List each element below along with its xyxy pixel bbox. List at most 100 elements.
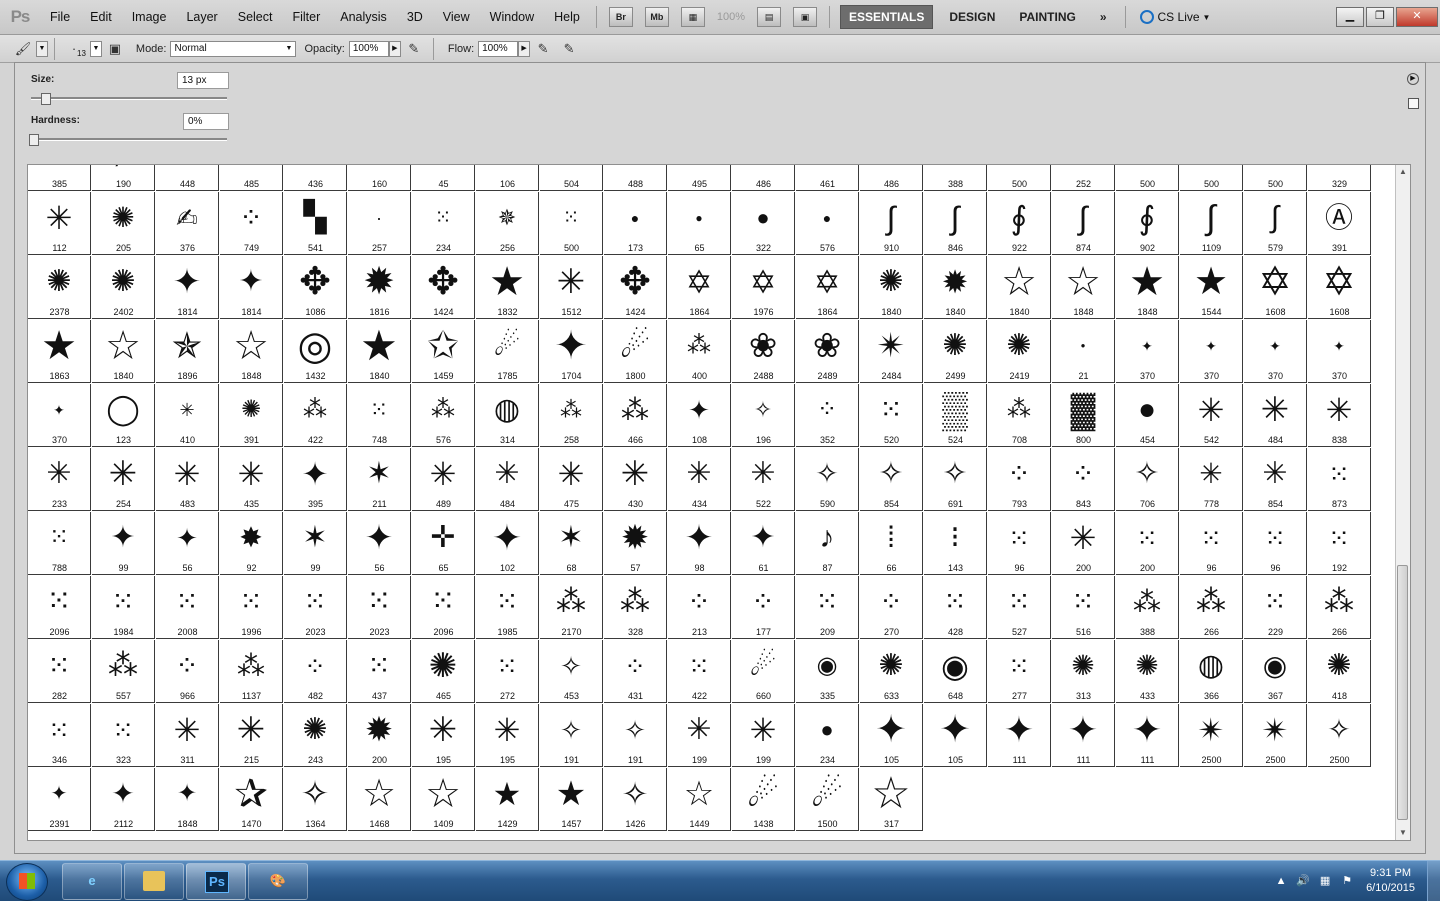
picker-menu-icon[interactable]: ▶	[1407, 73, 1419, 85]
brush-preset[interactable]: ⁂ 557	[92, 640, 155, 703]
brush-preset[interactable]: ✺ 418	[1308, 640, 1371, 703]
brush-preset[interactable]: ✧ 191	[604, 704, 667, 767]
brush-preset[interactable]: · 257	[348, 192, 411, 255]
brush-preset[interactable]: ✺ 391	[220, 384, 283, 447]
brush-preset[interactable]: ✦ 1814	[156, 256, 219, 319]
size-slider-track[interactable]	[31, 97, 227, 100]
brush-preset[interactable]: ✺ 2419	[988, 320, 1051, 383]
brush-preset[interactable]: ◯ 123	[92, 384, 155, 447]
brush-preset[interactable]: ✧ 590	[796, 448, 859, 511]
brush-preset[interactable]: ✴ 2500	[1244, 704, 1307, 767]
volume-icon[interactable]: 🔊	[1296, 874, 1310, 888]
brush-preset[interactable]: ⁙ 527	[988, 576, 1051, 639]
brush-preset[interactable]: ✳ 233	[28, 448, 91, 511]
brush-preset[interactable]: ✧ 1364	[284, 768, 347, 831]
brush-preset[interactable]: ✥ 1086	[284, 256, 347, 319]
brush-preset[interactable]: ✳ 112	[28, 192, 91, 255]
brush-preset[interactable]: ✺ 2378	[28, 256, 91, 319]
brush-preset[interactable]: ✹ 57	[604, 512, 667, 575]
brush-preset[interactable]: ⁂ 328	[604, 576, 667, 639]
brush-preset[interactable]: ☆ 1468	[348, 768, 411, 831]
brush-preset[interactable]: ∫ 1109	[1180, 192, 1243, 255]
brush-preset[interactable]: ☆ 1840	[92, 320, 155, 383]
brush-preset[interactable]: ✧ 1426	[604, 768, 667, 831]
brush-preset[interactable]: ☆ 317	[860, 768, 923, 831]
brush-preset[interactable]: ✴ 2500	[1180, 704, 1243, 767]
brush-preset[interactable]: ☄ 660	[732, 640, 795, 703]
brush-preset[interactable]: ⁙ 234	[412, 192, 475, 255]
hardness-slider-thumb[interactable]	[29, 134, 39, 146]
brush-preset[interactable]: ✦ 370	[1308, 320, 1371, 383]
brush-preset[interactable]: ◎ 1432	[284, 320, 347, 383]
brush-preset[interactable]: ⁝ 143	[924, 512, 987, 575]
menu-filter[interactable]: Filter	[282, 10, 330, 24]
scroll-up-icon[interactable]: ▲	[1396, 165, 1410, 179]
menu-3d[interactable]: 3D	[397, 10, 433, 24]
brush-preset[interactable]: ∮ 902	[1116, 192, 1179, 255]
brush-preset[interactable]: ⁙ 346	[28, 704, 91, 767]
show-desktop-button[interactable]	[1427, 861, 1440, 901]
brush-preset[interactable]: ⁘ 482	[284, 640, 347, 703]
brush-preset[interactable]: ✳ 199	[668, 704, 731, 767]
size-input[interactable]: 13 px	[177, 72, 229, 89]
brush-preset[interactable]: ⁂ 708	[988, 384, 1051, 447]
brush-preset[interactable]: ⁙ 209	[796, 576, 859, 639]
brush-preset[interactable]: ⁙ 277	[988, 640, 1051, 703]
brush-preset[interactable]: ╱ 190	[92, 165, 155, 191]
brush-preset[interactable]: ✦ 370	[28, 384, 91, 447]
brush-tool-icon[interactable]: 🖌	[14, 40, 32, 58]
taskbar-file-explorer[interactable]	[124, 863, 184, 900]
brush-preset[interactable]: ☄ 1785	[476, 320, 539, 383]
brush-preset[interactable]: ✦ 102	[476, 512, 539, 575]
brush-preset[interactable]: ● 234	[796, 704, 859, 767]
brush-preset[interactable]: ❀ 2489	[796, 320, 859, 383]
brush-preset[interactable]: ✹ 1816	[348, 256, 411, 319]
brush-preset[interactable]: ◍ 314	[476, 384, 539, 447]
brush-preset[interactable]: ✦ 1704	[540, 320, 603, 383]
brush-preset[interactable]: ☆ 1848	[1052, 256, 1115, 319]
brush-preset[interactable]: ✳ 778	[1180, 448, 1243, 511]
brush-preset[interactable]: ⁘ 966	[156, 640, 219, 703]
brush-preset[interactable]: ✴ 2484	[860, 320, 923, 383]
brush-preset[interactable]: ✳ 838	[1308, 384, 1371, 447]
start-button[interactable]	[6, 863, 48, 901]
brush-preset[interactable]: ⁙ 229	[1244, 576, 1307, 639]
hardness-slider-track[interactable]	[31, 138, 227, 141]
brush-preset[interactable]: ▒ 524	[924, 384, 987, 447]
brush-preset[interactable]: ☄ 1500	[796, 768, 859, 831]
brush-preset[interactable]: ⁙ 1985	[476, 576, 539, 639]
arrange-documents-icon[interactable]: ▤	[757, 7, 781, 27]
brush-preset[interactable]: ✧ 453	[540, 640, 603, 703]
brush-preset[interactable]: ✶ 211	[348, 448, 411, 511]
brush-preset[interactable]: ❀ 2488	[732, 320, 795, 383]
menu-analysis[interactable]: Analysis	[330, 10, 397, 24]
brush-preset[interactable]: ⁙ 1996	[220, 576, 283, 639]
taskbar-photoshop[interactable]: Ps	[186, 863, 246, 900]
brush-preset[interactable]: ☄ 1438	[732, 768, 795, 831]
brush-preset[interactable]: ✵ 256	[476, 192, 539, 255]
brush-preset[interactable]: ✛ 65	[412, 512, 475, 575]
opacity-input[interactable]: 100%	[348, 40, 389, 57]
brush-preset[interactable]: ✺ 2499	[924, 320, 987, 383]
brush-preset[interactable]: ✳ 195	[476, 704, 539, 767]
brush-preset[interactable]: ✳ 430	[604, 448, 667, 511]
brush-preset[interactable]: ✦ 105	[924, 704, 987, 767]
brush-preset[interactable]: ✹ 1840	[924, 256, 987, 319]
hardness-input[interactable]: 0%	[183, 113, 229, 130]
brush-preset[interactable]: ✧ 706	[1116, 448, 1179, 511]
brush-preset[interactable]: ⁙ 748	[348, 384, 411, 447]
brush-preset[interactable]: ⁂ 388	[1116, 576, 1179, 639]
brush-preset[interactable]: ☆ 1848	[220, 320, 283, 383]
brush-preset[interactable]: ▓ 800	[1052, 384, 1115, 447]
workspace-more-button[interactable]: »	[1092, 6, 1115, 28]
brush-preset[interactable]: ✺ 633	[860, 640, 923, 703]
brush-preset[interactable]: ☄ 1800	[604, 320, 667, 383]
brush-preset[interactable]: ★ 1848	[1116, 256, 1179, 319]
brush-preset[interactable]: ◍ 366	[1180, 640, 1243, 703]
brush-preset[interactable]: ✳ 254	[92, 448, 155, 511]
brush-preset[interactable]: ✦ 2112	[92, 768, 155, 831]
cs-live-button[interactable]: CS Live ▼	[1139, 10, 1210, 24]
brush-preset[interactable]: ✧ 191	[540, 704, 603, 767]
brush-preset[interactable]: ★ 385	[28, 165, 91, 191]
opacity-slider-button[interactable]: ▶	[388, 40, 401, 57]
